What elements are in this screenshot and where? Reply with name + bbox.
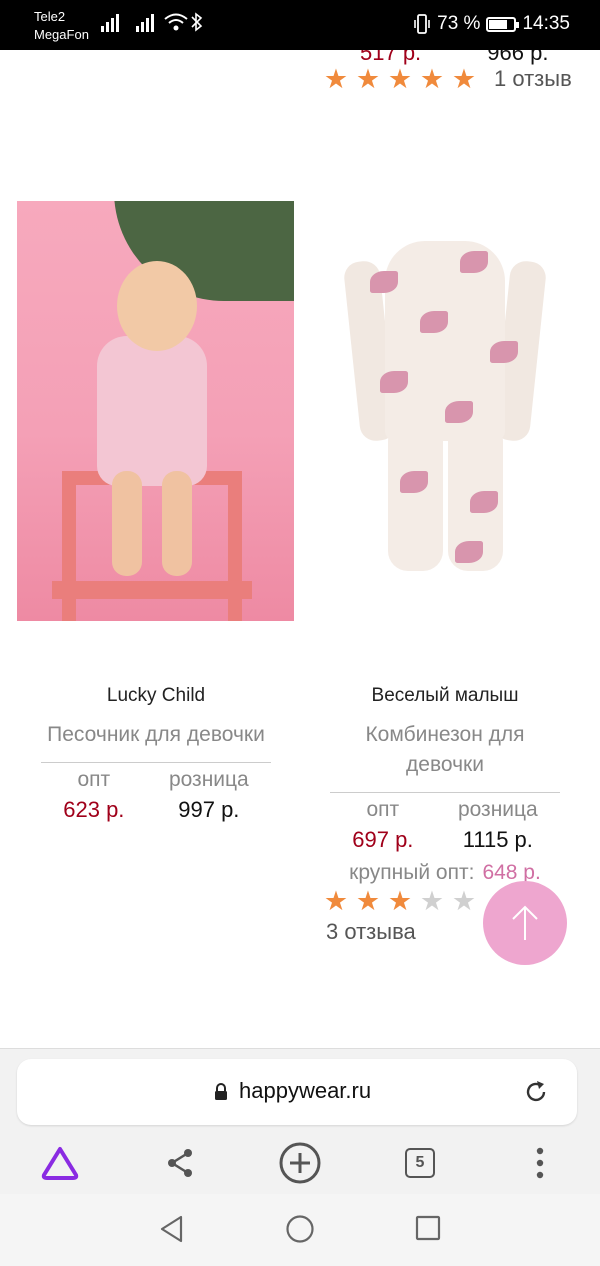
- reload-icon[interactable]: [523, 1079, 549, 1105]
- alice-triangle-icon: [41, 1147, 79, 1180]
- back-to-top-button[interactable]: [483, 881, 567, 965]
- kebab-menu-icon: [536, 1147, 544, 1179]
- star-filled-icon: ★: [323, 886, 349, 916]
- product-brand[interactable]: Веселый малыш: [330, 685, 560, 707]
- product-list: 517 р. 966 р. ★ ★ ★ ★ ★ 1 отзыв Lucky Ch…: [0, 50, 600, 1048]
- carrier-1: Tele2: [34, 9, 66, 24]
- arrow-up-icon: [512, 905, 538, 940]
- menu-button[interactable]: [518, 1141, 562, 1185]
- star-filled-icon: ★: [323, 64, 349, 94]
- divider: [41, 762, 271, 763]
- star-rating: ★ ★ ★ ★ ★: [320, 65, 480, 93]
- product-image-2[interactable]: [305, 201, 583, 621]
- status-bar: Tele2 MegaFon 73 % 14:35: [0, 0, 600, 50]
- star-filled-icon: ★: [387, 886, 413, 916]
- retail-label: розница: [168, 768, 249, 791]
- share-button[interactable]: [158, 1141, 202, 1185]
- star-empty-icon: ★: [419, 886, 445, 916]
- divider: [330, 792, 560, 793]
- back-icon[interactable]: [158, 1214, 186, 1244]
- review-count[interactable]: 3 отзыва: [326, 919, 416, 945]
- bulk-label: крупный опт:: [349, 861, 475, 884]
- review-count[interactable]: 1 отзыв: [494, 66, 572, 92]
- url-text[interactable]: happywear.ru: [239, 1078, 371, 1104]
- address-bar[interactable]: happywear.ru: [17, 1059, 577, 1125]
- browser-bar: happywear.ru 5: [0, 1048, 600, 1194]
- previous-item-rating: ★ ★ ★ ★ ★ 1 отзыв: [320, 65, 572, 93]
- recents-icon[interactable]: [414, 1214, 442, 1244]
- status-right: 73 % 14:35: [413, 13, 570, 35]
- previous-item-wholesale-price: 517 р.: [360, 50, 422, 65]
- star-filled-icon: ★: [451, 64, 477, 94]
- star-filled-icon: ★: [419, 64, 445, 94]
- vibrate-icon: [414, 14, 430, 34]
- star-filled-icon: ★: [355, 886, 381, 916]
- signal-icon: [101, 14, 119, 32]
- retail-price: 997 р.: [178, 797, 240, 822]
- price-row: опт 697 р. розница 1115 р.: [330, 797, 560, 857]
- bulk-price: 648 р.: [482, 861, 541, 884]
- lock-icon: [215, 1083, 227, 1100]
- wifi-icon: [164, 13, 188, 31]
- star-empty-icon: ★: [451, 886, 477, 916]
- product-brand[interactable]: Lucky Child: [41, 685, 271, 707]
- product-title[interactable]: Песочник для девочки: [41, 720, 271, 750]
- price-row: опт 623 р. розница 997 р.: [41, 767, 271, 827]
- star-filled-icon: ★: [387, 64, 413, 94]
- retail-price: 1115 р.: [462, 827, 533, 852]
- product-card-1: Lucky Child Песочник для девочки опт 623…: [41, 685, 271, 827]
- battery-percent: 73 %: [437, 13, 481, 34]
- share-icon: [168, 1149, 192, 1177]
- battery-icon: [486, 16, 520, 32]
- wholesale-label: опт: [77, 768, 111, 791]
- carrier-2: MegaFon: [34, 27, 89, 42]
- new-tab-button[interactable]: [277, 1141, 323, 1185]
- product-image-1[interactable]: [17, 201, 294, 621]
- browser-toolbar: 5: [0, 1141, 600, 1185]
- star-rating: ★ ★ ★ ★ ★: [320, 887, 480, 915]
- clock: 14:35: [522, 13, 570, 34]
- tabs-icon: 5: [405, 1148, 435, 1178]
- previous-item-retail-price: 966 р.: [487, 50, 549, 65]
- wholesale-label: опт: [366, 798, 400, 821]
- retail-label: розница: [457, 798, 538, 821]
- plus-circle-icon: [279, 1142, 321, 1184]
- bluetooth-icon: [191, 12, 203, 32]
- star-filled-icon: ★: [355, 64, 381, 94]
- assistant-button[interactable]: [38, 1141, 82, 1185]
- product-title[interactable]: Комбинезон для девочки: [330, 720, 560, 780]
- signal-icon: [136, 14, 154, 32]
- system-nav-bar: [0, 1194, 600, 1266]
- home-icon[interactable]: [285, 1214, 315, 1244]
- wholesale-price: 697 р.: [352, 827, 414, 852]
- carrier-names: Tele2 MegaFon: [34, 8, 89, 44]
- wholesale-price: 623 р.: [63, 797, 125, 822]
- tabs-button[interactable]: 5: [398, 1141, 442, 1185]
